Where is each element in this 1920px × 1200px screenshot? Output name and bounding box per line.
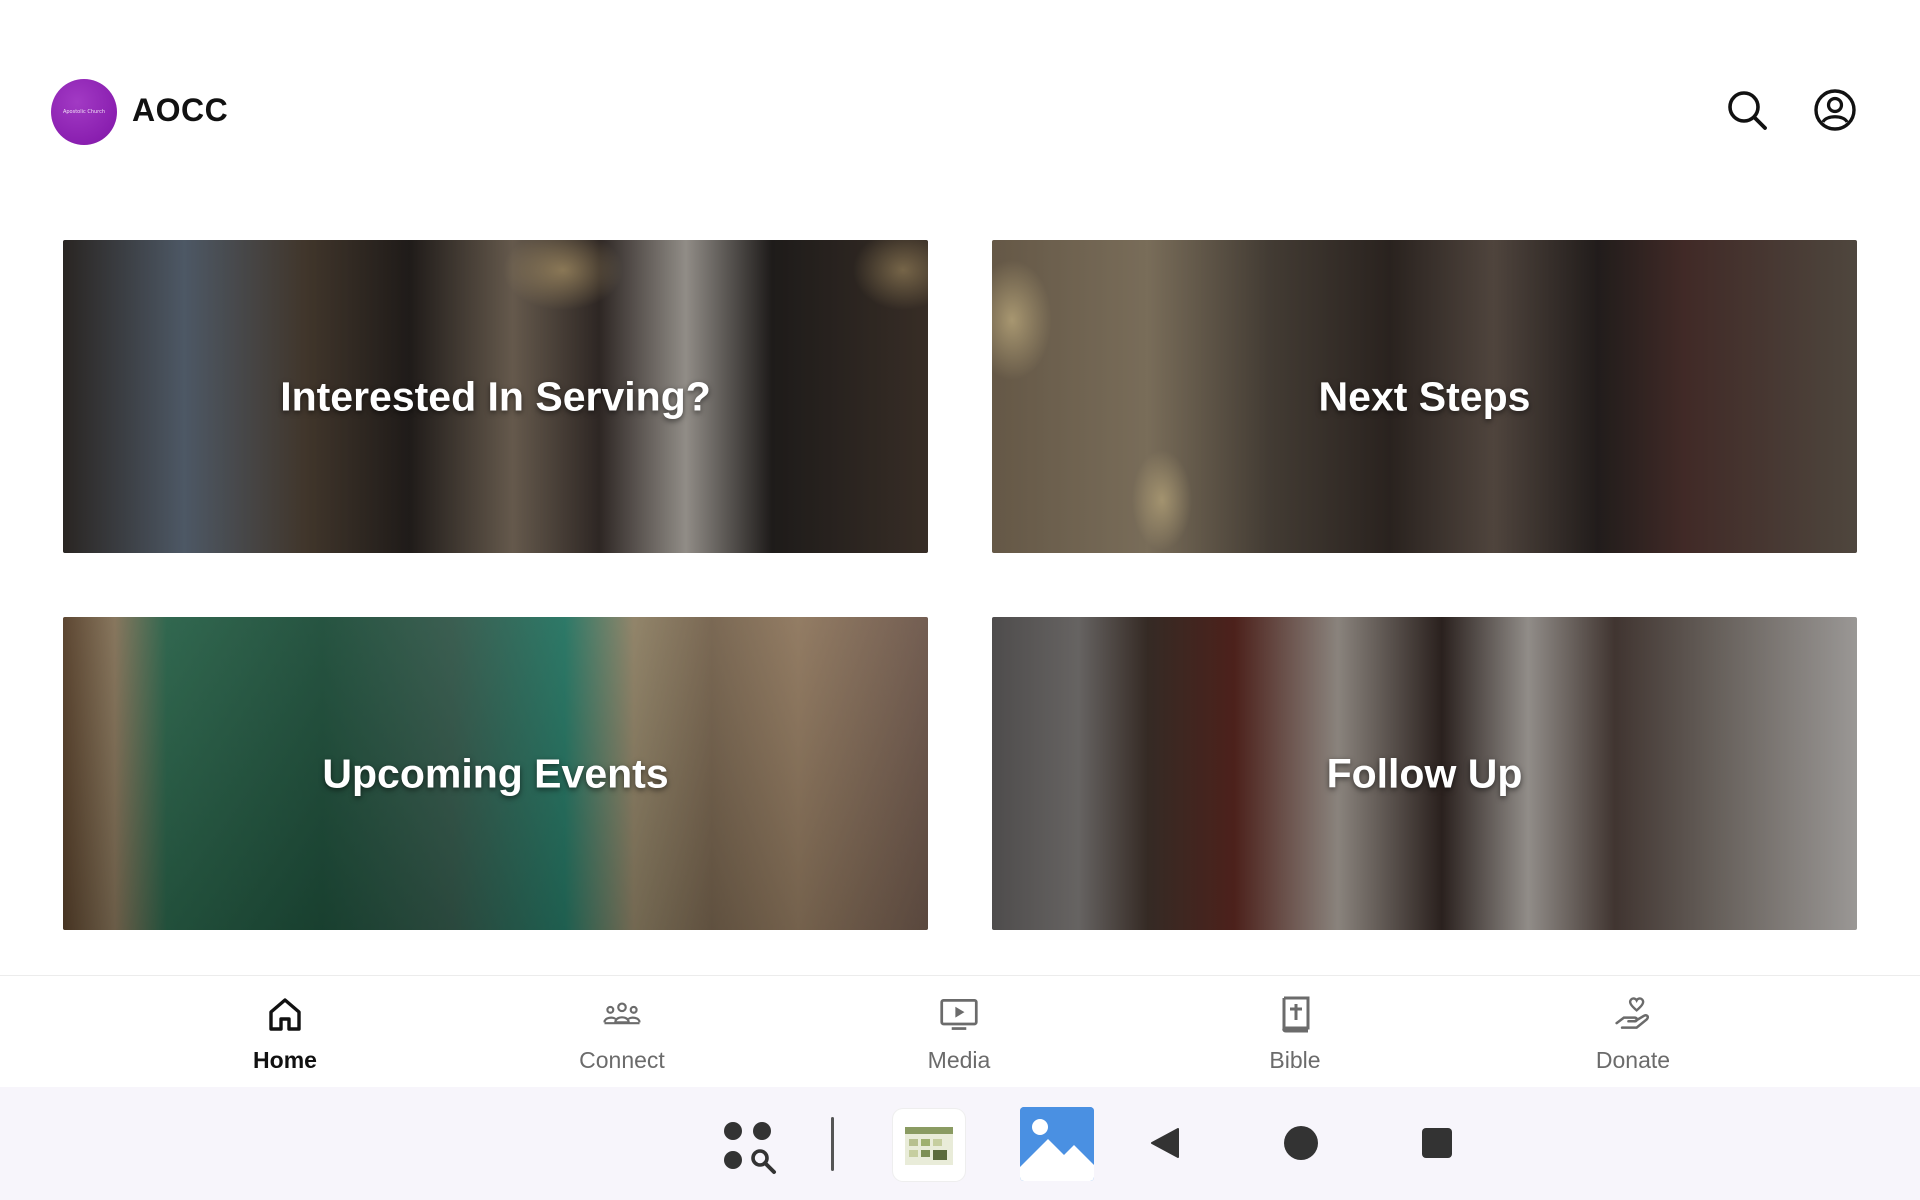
nav-label: Media bbox=[927, 1047, 991, 1073]
home-icon bbox=[269, 998, 301, 1031]
search-icon[interactable] bbox=[1725, 88, 1769, 132]
app-header: Apostolic Church AOCC bbox=[0, 0, 1920, 190]
people-icon bbox=[603, 1002, 641, 1025]
bottom-navigation: Home Connect Media Bible Donate bbox=[0, 975, 1920, 1087]
card-title: Follow Up bbox=[1326, 750, 1523, 796]
card-upcoming-events[interactable]: Upcoming Events bbox=[63, 617, 928, 930]
home-circle-icon[interactable] bbox=[1283, 1125, 1319, 1161]
nav-donate[interactable]: Donate bbox=[1513, 976, 1753, 1088]
bible-icon bbox=[1282, 996, 1310, 1033]
nav-media[interactable]: Media bbox=[839, 976, 1079, 1088]
nav-connect[interactable]: Connect bbox=[502, 976, 742, 1088]
apps-search-icon[interactable] bbox=[722, 1120, 780, 1178]
nav-label: Bible bbox=[1269, 1047, 1321, 1073]
back-icon[interactable] bbox=[1148, 1125, 1184, 1161]
card-title: Interested In Serving? bbox=[280, 373, 711, 419]
nav-label: Home bbox=[253, 1047, 317, 1073]
app-title: AOCC bbox=[132, 92, 229, 128]
card-interested-in-serving[interactable]: Interested In Serving? bbox=[63, 240, 928, 553]
taskbar-divider bbox=[831, 1117, 834, 1171]
gallery-app-icon[interactable] bbox=[1020, 1107, 1094, 1181]
card-follow-up[interactable]: Follow Up bbox=[992, 617, 1857, 930]
nav-home[interactable]: Home bbox=[165, 976, 405, 1088]
recents-icon[interactable] bbox=[1421, 1127, 1453, 1159]
nav-bible[interactable]: Bible bbox=[1175, 976, 1415, 1088]
system-navigation-bar bbox=[0, 1087, 1920, 1200]
nav-label: Connect bbox=[579, 1047, 665, 1073]
logo-text: Apostolic Church bbox=[62, 109, 106, 115]
tv-play-icon bbox=[940, 999, 978, 1030]
image-landscape-icon bbox=[1020, 1107, 1094, 1181]
hand-heart-icon bbox=[1615, 997, 1650, 1029]
card-title: Next Steps bbox=[1318, 373, 1531, 419]
card-next-steps[interactable]: Next Steps bbox=[992, 240, 1857, 553]
account-icon[interactable] bbox=[1813, 88, 1857, 132]
calendar-grid-icon bbox=[905, 1127, 953, 1165]
card-title: Upcoming Events bbox=[322, 750, 669, 796]
feature-card-grid: Interested In Serving? Next Steps Upcomi… bbox=[63, 240, 1857, 930]
church-logo[interactable]: Apostolic Church bbox=[51, 79, 117, 145]
nav-label: Donate bbox=[1595, 1047, 1671, 1073]
calendar-app-icon[interactable] bbox=[893, 1109, 965, 1181]
